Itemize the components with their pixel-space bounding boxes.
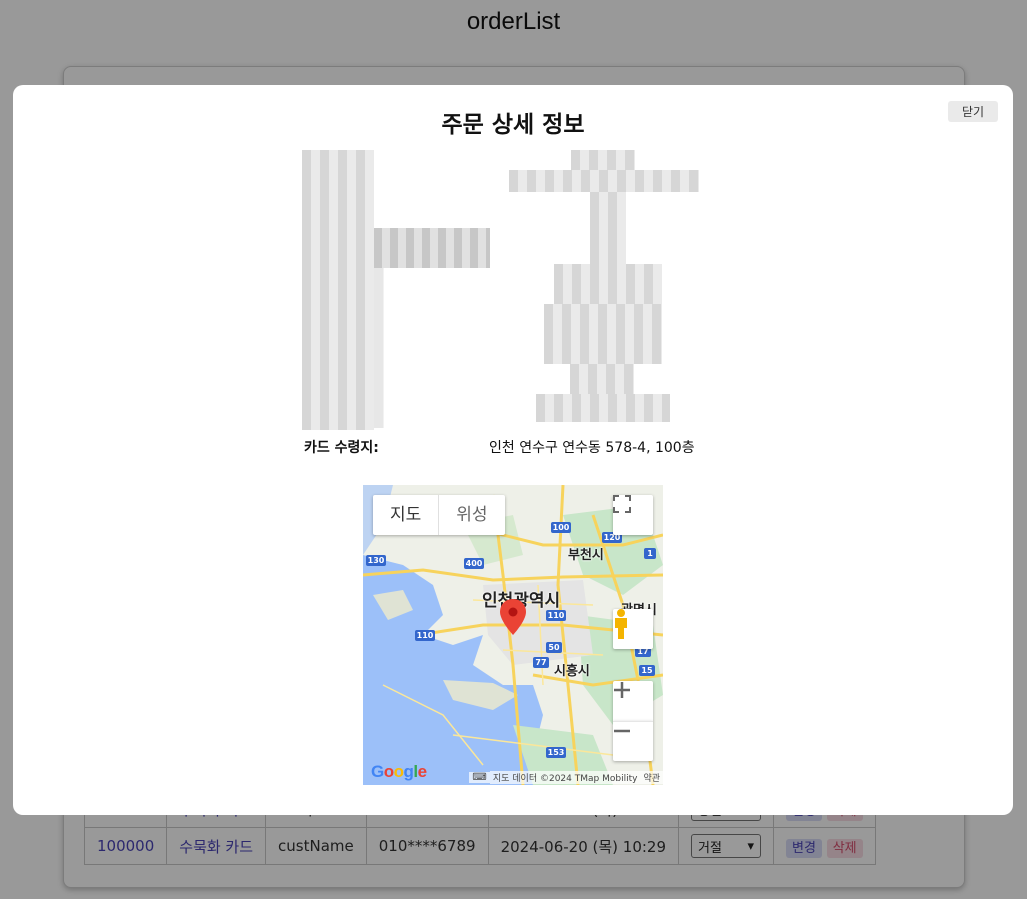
plus-icon bbox=[614, 682, 630, 698]
modal-title: 주문 상세 정보 bbox=[441, 112, 585, 138]
map-type-map[interactable]: 지도 bbox=[373, 495, 438, 535]
zoom-in-button[interactable] bbox=[613, 681, 653, 721]
route-badge: 1 bbox=[647, 549, 653, 558]
fullscreen-button[interactable] bbox=[613, 495, 653, 535]
map-footer: ⌨ 지도 데이터 ©2024 TMap Mobility 약관 bbox=[363, 769, 663, 785]
redacted-content bbox=[590, 192, 626, 264]
route-badge: 153 bbox=[547, 748, 565, 757]
route-badge: 77 bbox=[535, 658, 547, 667]
zoom-out-button[interactable] bbox=[613, 721, 653, 761]
route-badge: 50 bbox=[548, 643, 560, 652]
route-badge: 15 bbox=[641, 666, 653, 675]
keyboard-icon[interactable]: ⌨ bbox=[469, 771, 490, 783]
map-type-control: 지도 위성 bbox=[373, 495, 505, 535]
redacted-content bbox=[571, 150, 635, 170]
card-recipient-label: 카드 수령지: bbox=[304, 440, 379, 456]
route-badge: 130 bbox=[367, 556, 385, 565]
route-badge: 400 bbox=[465, 559, 483, 568]
close-button[interactable]: 닫기 bbox=[948, 101, 998, 122]
pegman-icon bbox=[615, 609, 627, 639]
map-attribution: 지도 데이터 ©2024 TMap Mobility bbox=[489, 770, 641, 784]
route-badge: 100 bbox=[552, 523, 570, 532]
map-type-satellite[interactable]: 위성 bbox=[438, 495, 504, 535]
order-detail-modal: 주문 상세 정보 닫기 카드 수령지: 인천 연수구 연수동 578-4, 10… bbox=[13, 85, 1013, 815]
map-marker-icon[interactable] bbox=[500, 599, 526, 635]
map-label-siheung: 시흥시 bbox=[554, 664, 590, 679]
street-view-button[interactable] bbox=[613, 609, 653, 649]
map-label-bucheon: 부천시 bbox=[568, 548, 604, 563]
map-terms-link[interactable]: 약관 bbox=[640, 770, 663, 784]
redacted-content bbox=[570, 364, 634, 394]
card-recipient-value: 인천 연수구 연수동 578-4, 100층 bbox=[489, 440, 695, 456]
route-badge: 110 bbox=[547, 611, 565, 620]
redacted-content bbox=[536, 394, 670, 422]
fullscreen-icon bbox=[613, 495, 631, 513]
redacted-content bbox=[302, 150, 374, 430]
redacted-content bbox=[374, 268, 384, 428]
route-badge: 110 bbox=[416, 631, 434, 640]
map-view[interactable]: 130 400 110 100 120 110 50 77 17 15 153 … bbox=[363, 485, 663, 785]
redacted-content bbox=[374, 228, 490, 268]
minus-icon bbox=[614, 729, 630, 733]
redacted-content bbox=[544, 304, 662, 364]
redacted-content bbox=[554, 264, 662, 304]
redacted-content bbox=[509, 170, 699, 192]
